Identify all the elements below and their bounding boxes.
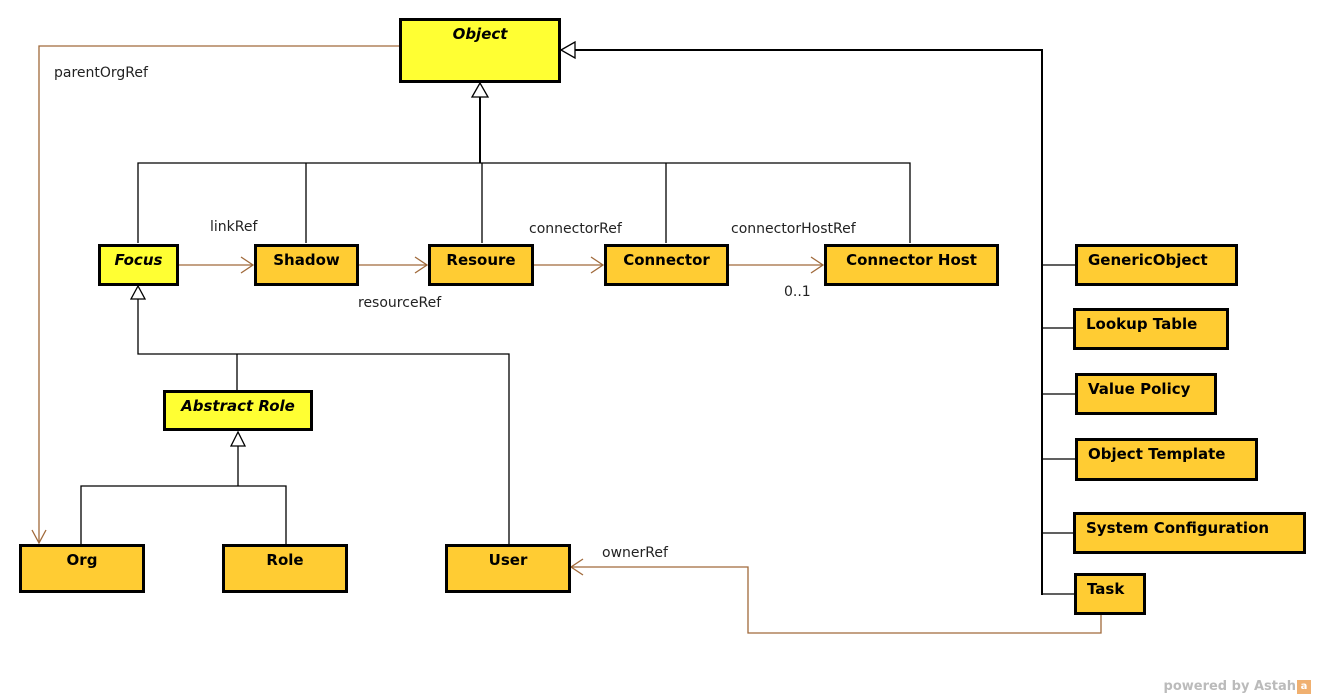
class-name: User: [488, 551, 528, 569]
class-task[interactable]: Task: [1074, 573, 1146, 615]
label-parent-org-ref: parentOrgRef: [54, 65, 148, 81]
class-name: Abstract Role: [181, 397, 295, 415]
class-system-configuration[interactable]: System Configuration: [1073, 512, 1306, 554]
parent-org-ref-line: [38, 45, 399, 543]
class-name: Value Policy: [1088, 380, 1191, 398]
class-value-policy[interactable]: Value Policy: [1075, 373, 1217, 415]
class-connector[interactable]: Connector: [604, 244, 729, 286]
class-name: Shadow: [273, 251, 340, 269]
class-focus[interactable]: Focus: [98, 244, 179, 286]
class-lookup-table[interactable]: Lookup Table: [1073, 308, 1229, 350]
class-name: Object Template: [1088, 445, 1226, 463]
class-role[interactable]: Role: [222, 544, 348, 593]
class-name: Resoure: [446, 251, 516, 269]
class-name: Role: [266, 551, 304, 569]
label-resource-ref: resourceRef: [358, 295, 442, 311]
class-resource[interactable]: Resoure: [428, 244, 534, 286]
class-user[interactable]: User: [445, 544, 571, 593]
astah-logo-icon: a: [1297, 679, 1311, 694]
class-generic-object[interactable]: GenericObject: [1075, 244, 1238, 286]
class-object-template[interactable]: Object Template: [1075, 438, 1258, 481]
class-name: Connector: [623, 251, 710, 269]
powered-by-watermark: powered by Astah a: [1164, 679, 1311, 694]
class-name: GenericObject: [1088, 251, 1208, 269]
class-name: Task: [1087, 580, 1125, 598]
generalization-to-object-right: [559, 40, 1075, 595]
class-connector-host[interactable]: Connector Host: [824, 244, 999, 286]
label-connector-host-ref: connectorHostRef: [731, 221, 856, 237]
label-multiplicity: 0..1: [784, 284, 811, 300]
class-name: Connector Host: [846, 251, 977, 269]
class-name: Lookup Table: [1086, 315, 1198, 333]
uml-diagram-canvas: Object Focus Shadow Resoure Connector Co…: [0, 0, 1317, 700]
class-abstract-role[interactable]: Abstract Role: [163, 390, 313, 431]
label-connector-ref: connectorRef: [529, 221, 622, 237]
class-org[interactable]: Org: [19, 544, 145, 593]
generalization-to-abstract-role: [80, 430, 287, 544]
class-name: Org: [66, 551, 98, 569]
owner-ref-line: [571, 566, 1102, 634]
class-name: Object: [452, 25, 508, 43]
class-object[interactable]: Object: [399, 18, 561, 83]
class-name: System Configuration: [1086, 519, 1270, 537]
label-link-ref: linkRef: [210, 219, 258, 235]
label-owner-ref: ownerRef: [602, 545, 668, 561]
watermark-text: powered by Astah: [1163, 679, 1296, 694]
class-name: Focus: [114, 251, 163, 269]
class-shadow[interactable]: Shadow: [254, 244, 359, 286]
